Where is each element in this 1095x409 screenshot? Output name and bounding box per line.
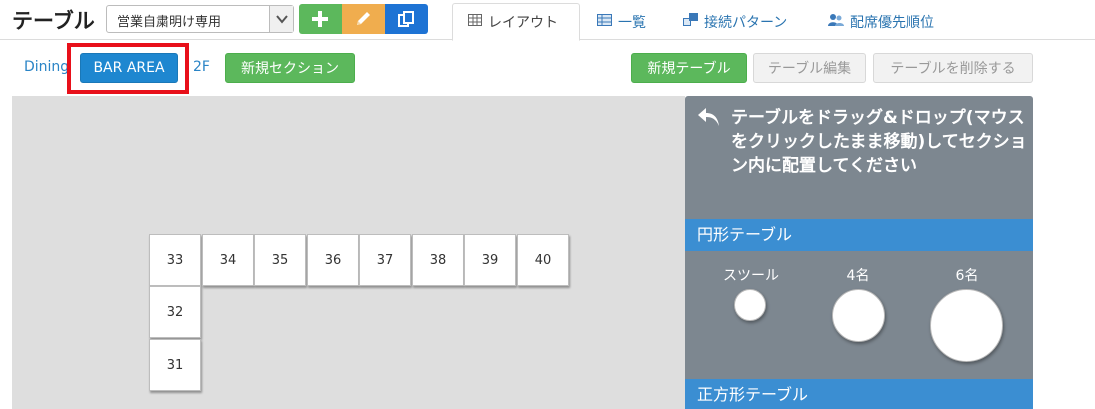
tab-connection[interactable]: 接続パターン	[683, 3, 787, 40]
chevron-down-icon[interactable]	[269, 6, 293, 32]
table-list-icon	[597, 13, 612, 30]
tab-priority[interactable]: 配席優先順位	[828, 3, 934, 40]
tab-priority-label: 配席優先順位	[850, 14, 934, 31]
panel-instruction: テーブルをドラッグ&ドロップ(マウスをクリックしたまま移動)してセクション内に配…	[731, 108, 1027, 176]
delete-table-button[interactable]: テーブルを削除する	[873, 53, 1033, 83]
round-4-label: 4名	[846, 268, 870, 284]
header: テーブル 営業自粛明け専用 レイアウト 一覧 接続パターン 配席優先順位	[0, 0, 1095, 41]
highlight-box	[67, 43, 189, 94]
undo-icon[interactable]	[696, 106, 722, 132]
section-canvas[interactable]: 33 34 35 36 37 38 39 40 32 31	[12, 96, 685, 409]
connection-icon	[683, 13, 698, 30]
table-31[interactable]: 31	[149, 339, 201, 391]
section-link-2f[interactable]: 2F	[193, 59, 210, 75]
round-6-table-shape[interactable]	[930, 289, 1003, 362]
round-6-label: 6名	[955, 268, 979, 284]
table-palette-panel: テーブルをドラッグ&ドロップ(マウスをクリックしたまま移動)してセクション内に配…	[685, 96, 1033, 409]
priority-icon	[828, 13, 844, 31]
table-37[interactable]: 37	[359, 234, 411, 286]
section-link-dining[interactable]: Dining	[24, 59, 69, 75]
edit-table-button[interactable]: テーブル編集	[753, 53, 866, 83]
square-table-section-header: 正方形テーブル	[685, 379, 1033, 409]
add-layout-button[interactable]	[299, 4, 342, 34]
panel-header: テーブルをドラッグ&ドロップ(マウスをクリックしたまま移動)してセクション内に配…	[685, 96, 1033, 218]
grid-icon	[468, 14, 482, 30]
table-34[interactable]: 34	[202, 234, 254, 286]
table-38[interactable]: 38	[412, 234, 464, 286]
tab-list[interactable]: 一覧	[597, 3, 646, 40]
stool-label: スツール	[723, 268, 779, 284]
new-table-button[interactable]: 新規テーブル	[631, 53, 747, 83]
tab-list-label: 一覧	[618, 14, 646, 31]
tab-layout-label: レイアウト	[488, 15, 558, 31]
table-36[interactable]: 36	[307, 234, 359, 286]
tab-layout[interactable]: レイアウト	[452, 3, 580, 41]
layout-select-value: 営業自粛明け専用	[117, 15, 222, 30]
edit-layout-button[interactable]	[342, 4, 385, 34]
table-40[interactable]: 40	[517, 234, 569, 286]
table-39[interactable]: 39	[464, 234, 516, 286]
page-title: テーブル	[12, 9, 95, 33]
stool-table-shape[interactable]	[734, 289, 766, 321]
table-32[interactable]: 32	[149, 286, 201, 338]
table-35[interactable]: 35	[254, 234, 306, 286]
copy-layout-button[interactable]	[385, 4, 428, 34]
round-table-section-header: 円形テーブル	[685, 219, 1033, 251]
round-4-table-shape[interactable]	[832, 289, 885, 342]
tab-connection-label: 接続パターン	[704, 14, 788, 31]
new-section-button[interactable]: 新規セクション	[225, 53, 355, 83]
table-33[interactable]: 33	[149, 234, 201, 286]
layout-select[interactable]: 営業自粛明け専用	[106, 5, 294, 33]
